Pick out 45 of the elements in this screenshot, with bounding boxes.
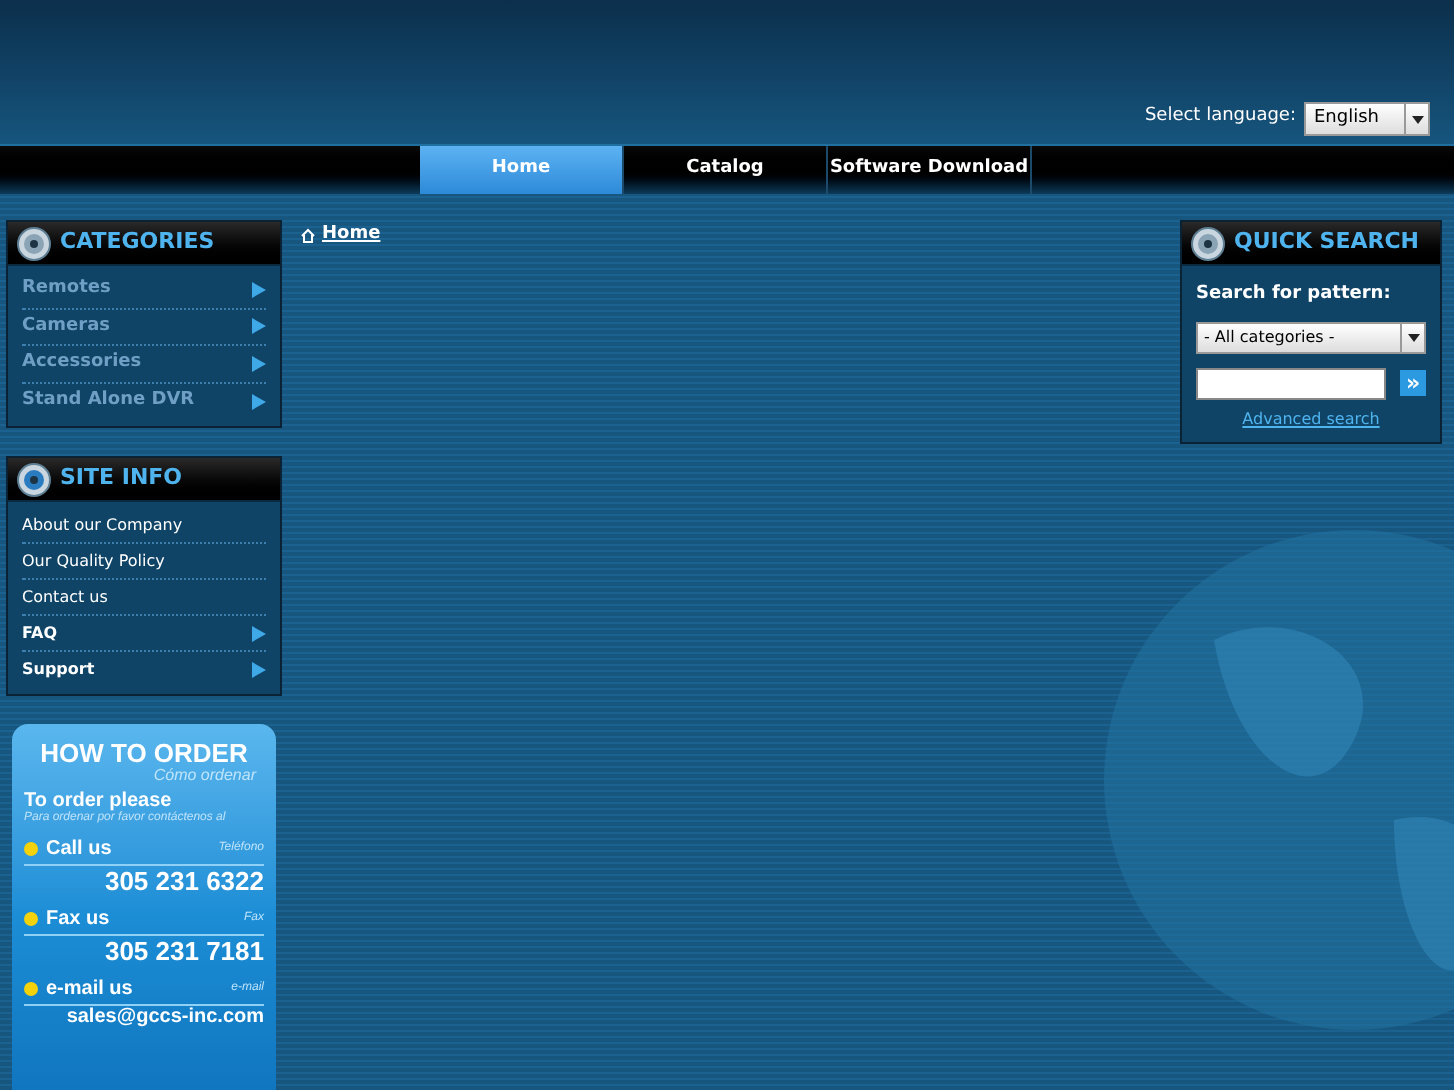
nav-tab[interactable]: Catalog <box>624 146 828 194</box>
home-icon <box>300 227 316 244</box>
panel-title: QUICK SEARCH <box>1234 226 1420 259</box>
help-disc-icon <box>16 461 52 497</box>
site-info-link[interactable]: FAQ <box>22 616 266 652</box>
language-select[interactable]: English <box>1304 102 1430 136</box>
disc-icon <box>16 225 52 261</box>
bullet-icon <box>24 841 38 855</box>
search-label: Search for pattern: <box>1196 282 1393 308</box>
disc-icon <box>1190 225 1226 261</box>
breadcrumb-link[interactable]: Home <box>322 222 381 249</box>
nav-tab[interactable]: Software Download <box>828 146 1032 194</box>
panel-title: CATEGORIES <box>60 226 215 259</box>
bullet-icon <box>24 911 38 926</box>
contact-value: 305 231 6322 <box>102 865 264 898</box>
contact-label: e-mail us <box>46 976 133 1004</box>
arrow-icon <box>252 281 266 298</box>
contact-value: sales@gccs-inc.com <box>64 1006 264 1031</box>
arrow-icon <box>252 662 266 678</box>
order-title: HOW TO ORDER <box>38 740 250 766</box>
arrow-icon <box>252 393 266 410</box>
language-label: Select language: <box>1144 103 1296 129</box>
site-info-link[interactable]: About our Company <box>22 508 266 544</box>
contact-label: Fax us <box>46 905 110 934</box>
site-info-link[interactable]: Our Quality Policy <box>22 544 266 580</box>
category-link[interactable]: Cameras <box>22 309 266 346</box>
advanced-search-link[interactable]: Advanced search <box>1242 407 1380 431</box>
category-link[interactable]: Accessories <box>22 346 266 383</box>
arrow-icon <box>252 625 266 641</box>
site-info-link[interactable]: Support <box>22 652 266 688</box>
category-link[interactable]: Remotes <box>22 272 266 309</box>
search-input[interactable] <box>1196 367 1386 399</box>
category-select[interactable]: - All categories - <box>1196 321 1426 353</box>
caret-icon <box>1407 333 1419 341</box>
panel-title: SITE INFO <box>60 462 183 495</box>
order-subtitle: Cómo ordenar <box>151 766 259 786</box>
caret-icon <box>1411 115 1423 123</box>
bullet-icon <box>24 982 38 996</box>
category-link[interactable]: Stand Alone DVR <box>22 383 266 420</box>
contact-value: 305 231 7181 <box>102 935 264 968</box>
site-info-link[interactable]: Contact us <box>22 580 266 616</box>
contact-label: Call us <box>46 835 112 863</box>
arrow-icon <box>252 318 266 335</box>
order-intro: To order please <box>24 792 172 812</box>
arrow-icon <box>252 355 266 372</box>
